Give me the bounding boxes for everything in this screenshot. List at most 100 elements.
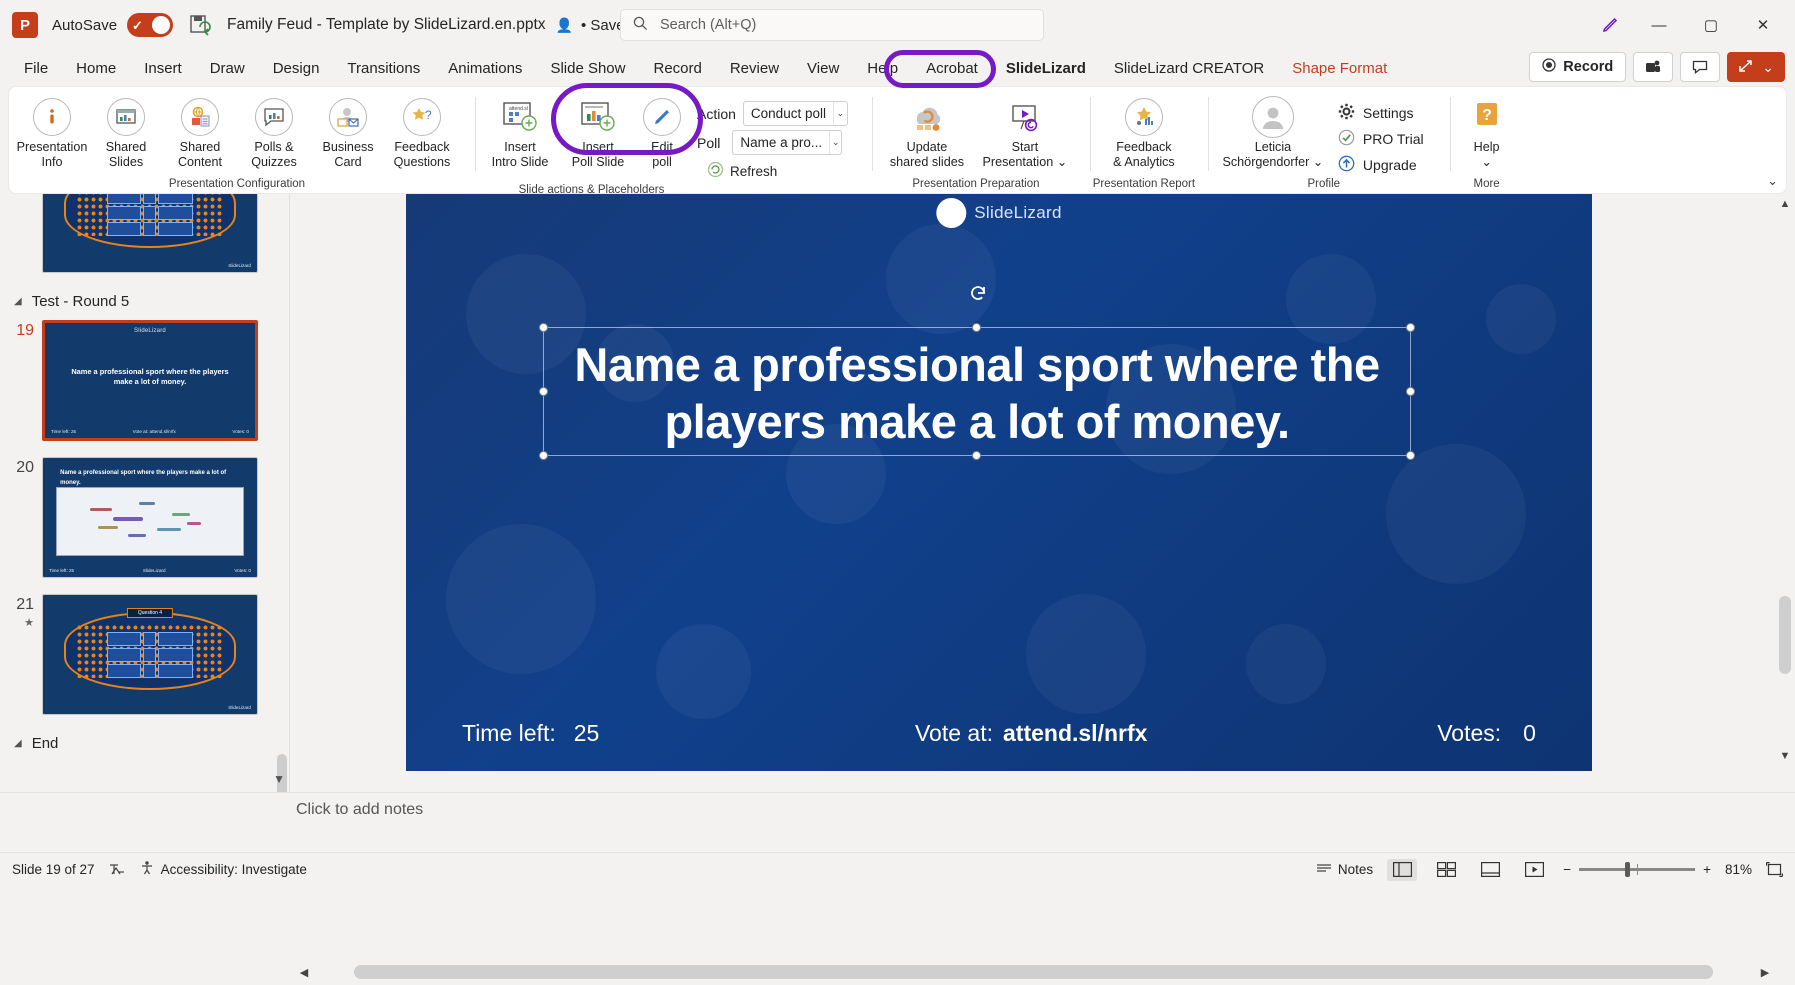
tab-design[interactable]: Design	[259, 50, 334, 86]
comment-icon[interactable]	[1680, 52, 1721, 82]
edit-poll-button[interactable]: Edit poll	[637, 93, 687, 169]
resize-handle-s[interactable]	[972, 451, 981, 460]
scroll-up-arrow-icon[interactable]: ▲	[1780, 198, 1791, 210]
poll-dropdown[interactable]: Name a pro... ⌄	[732, 130, 843, 155]
tab-slide-show[interactable]: Slide Show	[536, 50, 639, 86]
list-item[interactable]: 20 Name a professional sport where the p…	[0, 453, 289, 590]
list-item[interactable]: 18 ★ Question 4 SlideLizard	[0, 194, 289, 285]
horizontal-scroll-thumb[interactable]	[354, 965, 1713, 979]
tab-insert[interactable]: Insert	[130, 50, 196, 86]
maximize-button[interactable]: ▢	[1689, 8, 1733, 42]
scroll-left-arrow-icon[interactable]: ◀	[296, 966, 312, 979]
fit-slide-icon[interactable]	[1766, 862, 1783, 877]
search-input[interactable]: Search (Alt+Q)	[620, 9, 1044, 41]
slide-sorter-icon[interactable]	[1431, 859, 1461, 881]
tab-transitions[interactable]: Transitions	[333, 50, 434, 86]
tab-help[interactable]: Help	[853, 50, 912, 86]
collapse-triangle-icon[interactable]: ◢	[14, 738, 22, 749]
rotate-handle-icon[interactable]	[968, 284, 986, 302]
selection-box[interactable]	[539, 286, 1415, 460]
tab-slidelizard-creator[interactable]: SlideLizard CREATOR	[1100, 50, 1278, 86]
tab-review[interactable]: Review	[716, 50, 793, 86]
start-presentation-button[interactable]: Start Presentation ⌄	[976, 93, 1074, 169]
help-button[interactable]: ? Help ⌄	[1456, 93, 1518, 169]
close-button[interactable]: ✕	[1741, 8, 1785, 42]
resize-handle-e[interactable]	[1406, 386, 1415, 396]
share-button[interactable]: ⌄	[1727, 52, 1785, 82]
tab-record[interactable]: Record	[639, 50, 715, 86]
insert-poll-slide-button[interactable]: Insert Poll Slide	[559, 93, 637, 169]
tab-file[interactable]: File	[10, 50, 62, 86]
slide-show-icon[interactable]	[1519, 859, 1549, 881]
slide-thumbnail[interactable]: Question 4 SlideLizard	[42, 194, 258, 273]
document-title[interactable]: Family Feud - Template by SlideLizard.en…	[227, 16, 545, 34]
scroll-right-arrow-icon[interactable]: ▶	[1757, 966, 1773, 979]
feedback-questions-button[interactable]: ? Feedback Questions	[385, 93, 459, 169]
notes-pane[interactable]: Click to add notes	[0, 792, 1795, 852]
autosave-toggle[interactable]: ✓	[127, 13, 174, 37]
scroll-down-arrow-icon[interactable]: ▼	[1780, 750, 1791, 762]
horizontal-scroll-track[interactable]	[316, 965, 1753, 979]
resize-handle-w[interactable]	[539, 386, 548, 396]
update-shared-slides-button[interactable]: Update shared slides	[878, 93, 976, 169]
settings-link[interactable]: Settings	[1338, 103, 1424, 123]
ribbon-collapse-icon[interactable]: ⌄	[1767, 173, 1778, 189]
slide-thumbnail[interactable]: SlideLizard Name a professional sport wh…	[42, 320, 258, 441]
resize-handle-nw[interactable]	[539, 323, 548, 332]
zoom-knob[interactable]	[1625, 862, 1631, 877]
upgrade-link[interactable]: Upgrade	[1338, 155, 1424, 175]
zoom-in-button[interactable]: +	[1703, 862, 1711, 877]
section-header-end[interactable]: ◢ End	[0, 727, 289, 758]
zoom-slider[interactable]: − +	[1563, 862, 1711, 877]
tab-home[interactable]: Home	[62, 50, 130, 86]
zoom-out-button[interactable]: −	[1563, 862, 1571, 877]
insert-intro-slide-button[interactable]: attend.sl Insert Intro Slide	[481, 93, 559, 169]
section-header-test-round-5[interactable]: ◢ Test - Round 5	[0, 285, 289, 316]
shared-content-button[interactable]: Shared Content	[163, 93, 237, 169]
tab-view[interactable]: View	[793, 50, 853, 86]
slide-indicator[interactable]: Slide 19 of 27	[12, 862, 95, 877]
tab-acrobat[interactable]: Acrobat	[912, 50, 992, 86]
tab-draw[interactable]: Draw	[196, 50, 259, 86]
presentation-info-button[interactable]: Presentation Info	[15, 93, 89, 169]
present-teams-icon[interactable]	[1633, 52, 1674, 82]
resize-handle-sw[interactable]	[539, 451, 548, 460]
polls-quizzes-button[interactable]: Polls & Quizzes	[237, 93, 311, 169]
record-button[interactable]: Record	[1529, 52, 1627, 82]
resize-handle-ne[interactable]	[1406, 323, 1415, 332]
minimize-button[interactable]: —	[1637, 8, 1681, 42]
tab-animations[interactable]: Animations	[434, 50, 536, 86]
zoom-level-label[interactable]: 81%	[1725, 862, 1752, 877]
zoom-track[interactable]	[1579, 862, 1696, 877]
vertical-scroll-thumb[interactable]	[1779, 596, 1791, 674]
tab-slidelizard[interactable]: SlideLizard	[992, 50, 1100, 86]
user-profile-button[interactable]: Leticia Schörgendorfer ⌄	[1214, 93, 1332, 169]
resize-handle-se[interactable]	[1406, 451, 1415, 460]
business-card-button[interactable]: Business Card	[311, 93, 385, 169]
reading-view-icon[interactable]	[1475, 859, 1505, 881]
language-icon[interactable]	[109, 862, 125, 878]
list-item[interactable]: 19 SlideLizard Name a professional sport…	[0, 316, 289, 453]
tab-shape-format[interactable]: Shape Format	[1278, 50, 1401, 86]
feedback-analytics-button[interactable]: Feedback & Analytics	[1096, 93, 1192, 169]
notes-button[interactable]: Notes	[1316, 861, 1373, 878]
slide-number-label: 21	[16, 596, 34, 613]
action-dropdown[interactable]: Conduct poll ⌄	[742, 101, 848, 126]
refresh-button[interactable]: Refresh	[697, 161, 848, 181]
horizontal-scrollbar[interactable]: ◀ ▶	[296, 964, 1773, 980]
collapse-triangle-icon[interactable]: ◢	[14, 296, 22, 307]
pen-draw-icon[interactable]	[1591, 8, 1629, 42]
resize-handle-n[interactable]	[972, 323, 981, 332]
save-refresh-icon[interactable]	[189, 13, 211, 37]
list-item[interactable]: 21 ★ Question 4 SlideLizard	[0, 590, 289, 727]
slide-thumbnail[interactable]: Name a professional sport where the play…	[42, 457, 258, 578]
slide-thumbnail-pane[interactable]: 18 ★ Question 4 SlideLizard	[0, 194, 290, 792]
vertical-scrollbar[interactable]: ▲ ▼	[1777, 194, 1793, 766]
pro-trial-link[interactable]: PRO Trial	[1338, 129, 1424, 149]
slide-thumbnail[interactable]: Question 4 SlideLizard	[42, 594, 258, 715]
slide-canvas[interactable]: SlideLizard Name a professional sport wh…	[406, 194, 1592, 771]
normal-view-icon[interactable]	[1387, 858, 1418, 881]
shared-slides-button[interactable]: Shared Slides	[89, 93, 163, 169]
scroll-down-arrow-icon[interactable]: ▼	[273, 772, 285, 786]
accessibility-status[interactable]: Accessibility: Investigate	[139, 860, 307, 879]
